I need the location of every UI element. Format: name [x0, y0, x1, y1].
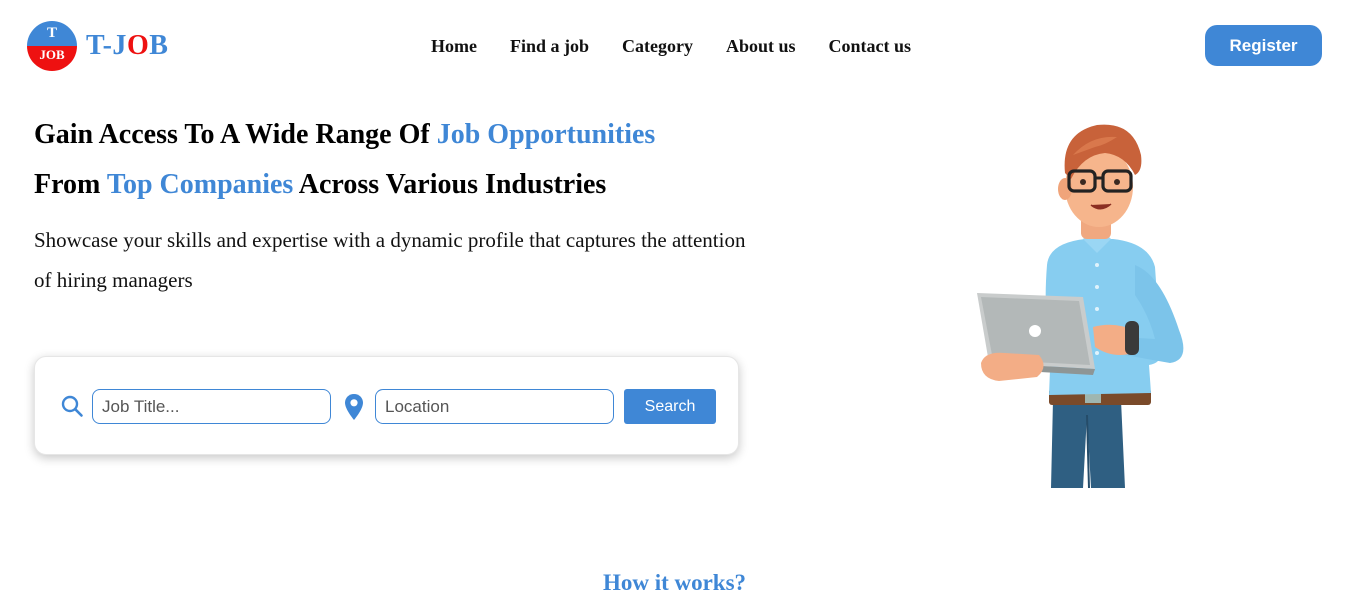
hero-headline: Gain Access To A Wide Range Of Job Oppor… — [34, 110, 794, 210]
headline-text: From — [34, 169, 107, 200]
nav-contact-us[interactable]: Contact us — [829, 35, 912, 57]
site-logo[interactable]: T JOB T-JOB — [27, 21, 168, 71]
register-button[interactable]: Register — [1205, 25, 1322, 66]
how-it-works-title: How it works? — [602, 570, 747, 595]
nav-home[interactable]: Home — [431, 35, 477, 57]
location-pin-icon — [345, 394, 363, 420]
location-input[interactable] — [375, 389, 614, 424]
main-nav: Home Find a job Category About us Contac… — [431, 35, 944, 57]
headline-text: Across Various Industries — [293, 169, 607, 200]
nav-find-a-job[interactable]: Find a job — [510, 35, 589, 57]
nav-category[interactable]: Category — [622, 35, 693, 57]
job-title-input[interactable] — [92, 389, 331, 424]
search-icon — [61, 395, 83, 417]
logo-badge-bottom: JOB — [27, 46, 77, 71]
headline-highlight-jobs: Job Opportunities — [436, 119, 656, 150]
headline-text: Gain Access To A Wide Range Of — [34, 119, 437, 150]
logo-text-prefix: T-J — [86, 30, 127, 61]
headline-highlight-companies: Top Companies — [106, 169, 294, 200]
headline-line1: Gain Access To A Wide Range Of Job Oppor… — [34, 119, 655, 150]
nav-about-us[interactable]: About us — [726, 35, 796, 57]
headline-line2: From Top Companies Across Various Indust… — [34, 169, 606, 200]
search-button[interactable]: Search — [624, 389, 716, 424]
search-card: Search — [34, 356, 739, 455]
logo-text: T-JOB — [86, 30, 168, 62]
man-with-laptop-illustration — [977, 124, 1184, 488]
logo-badge-top: T — [27, 21, 77, 46]
hero-subtext: Showcase your skills and expertise with … — [34, 228, 746, 292]
logo-text-suffix: B — [149, 30, 169, 61]
logo-badge: T JOB — [27, 21, 77, 71]
logo-text-red: O — [126, 30, 150, 61]
